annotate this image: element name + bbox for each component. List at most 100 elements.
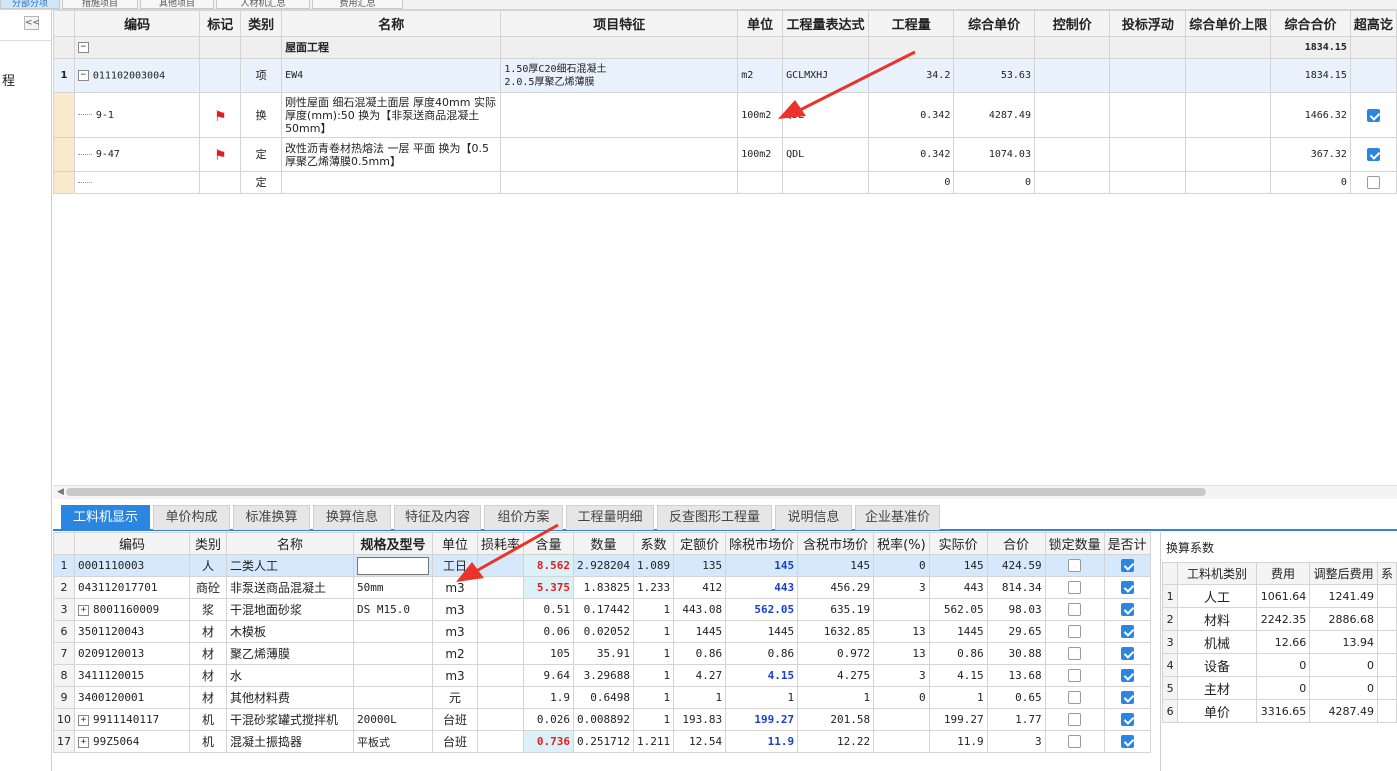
col-header-15[interactable]: 锁定数量 bbox=[1044, 532, 1105, 555]
type-cell[interactable]: 浆 bbox=[189, 598, 227, 621]
over-height-cell[interactable] bbox=[1349, 171, 1397, 194]
coef-cell[interactable]: 1.233 bbox=[633, 576, 675, 599]
name-cell[interactable]: 刚性屋面 细石混凝土面层 厚度40mm 实际厚度(mm):50 换为【非泵送商品… bbox=[281, 92, 502, 138]
col-header-11[interactable]: 含税市场价 bbox=[797, 532, 875, 555]
code-cell[interactable]: 3501120043 bbox=[74, 620, 190, 643]
fee-cell[interactable]: 2242.35 bbox=[1255, 607, 1311, 631]
tax-rate-cell[interactable]: 3 bbox=[873, 664, 930, 687]
col-header-14[interactable]: 合价 bbox=[986, 532, 1046, 555]
feature-cell[interactable] bbox=[500, 92, 739, 138]
col-header-12[interactable]: 综合合价 bbox=[1270, 10, 1351, 37]
actual-price-cell[interactable]: 4.15 bbox=[928, 664, 988, 687]
loss-cell[interactable] bbox=[476, 708, 525, 731]
resource-row[interactable]: 7 0209120013 材聚乙烯薄膜 m2 105 35.91 1 0.86 0.86 0.97… bbox=[53, 642, 1151, 665]
coef-cell[interactable] bbox=[1376, 653, 1397, 677]
adjusted-fee-cell[interactable]: 4287.49 bbox=[1309, 699, 1378, 723]
content-cell[interactable]: 0.736 bbox=[523, 730, 575, 753]
resource-row[interactable]: 3 +8001160009 浆干混地面砂浆 DS M15.0 m3 0.51 0.17442… bbox=[53, 598, 1151, 621]
mark-cell[interactable]: ⚑ bbox=[199, 137, 242, 172]
qty-cell[interactable]: 0.342 bbox=[868, 92, 955, 138]
detail-tab-2[interactable]: 标准换算 bbox=[233, 505, 310, 530]
code-cell[interactable]: 0209120013 bbox=[74, 642, 190, 665]
detail-tab-6[interactable]: 工程量明细 bbox=[566, 505, 654, 530]
col-header-11[interactable]: 综合单价上限 bbox=[1185, 10, 1272, 37]
qty-cell[interactable]: 34.2 bbox=[868, 58, 955, 93]
lock-qty-cell[interactable] bbox=[1044, 620, 1105, 643]
quota-price-cell[interactable]: 412 bbox=[673, 576, 727, 599]
col-header-3[interactable]: 规格及型号 bbox=[353, 532, 433, 555]
coef-cell[interactable]: 1 bbox=[633, 598, 675, 621]
lock-qty-checkbox[interactable] bbox=[1068, 625, 1082, 639]
code-cell[interactable] bbox=[73, 171, 201, 194]
col-header-2[interactable]: 名称 bbox=[226, 532, 354, 555]
col-header-0[interactable]: 编码 bbox=[74, 532, 190, 555]
total-cell[interactable]: 98.03 bbox=[986, 598, 1046, 621]
bill-item-row[interactable]: 1−011102003004 项 EW4 1.50厚C20细石混凝土 2.0.5厚聚乙… bbox=[53, 58, 1397, 93]
coef-cell[interactable] bbox=[1376, 584, 1397, 608]
spec-cell[interactable] bbox=[353, 686, 433, 709]
qty-cell[interactable]: 0 bbox=[868, 171, 955, 194]
adjusted-fee-cell[interactable]: 0 bbox=[1309, 676, 1378, 700]
col-header-2[interactable]: 类别 bbox=[240, 10, 283, 37]
col-header-13[interactable]: 超高讫 bbox=[1349, 10, 1397, 37]
code-cell[interactable]: 9-47 bbox=[73, 137, 201, 172]
spec-edit-input[interactable] bbox=[357, 556, 429, 575]
name-cell[interactable]: 混凝土振捣器 bbox=[226, 730, 354, 753]
type-cell[interactable]: 人 bbox=[189, 554, 227, 577]
tax-rate-cell[interactable]: 3 bbox=[873, 576, 930, 599]
type-cell[interactable]: 材 bbox=[189, 642, 227, 665]
total-cell[interactable]: 0 bbox=[1270, 171, 1351, 194]
feature-cell[interactable] bbox=[500, 137, 739, 172]
coef-cell[interactable]: 1.211 bbox=[633, 730, 675, 753]
fee-cell[interactable]: 0 bbox=[1255, 676, 1311, 700]
quota-price-cell[interactable]: 12.54 bbox=[673, 730, 727, 753]
top-tab-1[interactable]: 措施项目 bbox=[62, 0, 138, 9]
lock-qty-cell[interactable] bbox=[1044, 730, 1105, 753]
unit-cell[interactable]: m2 bbox=[737, 58, 784, 93]
actual-price-cell[interactable]: 1445 bbox=[928, 620, 988, 643]
empty-cell[interactable] bbox=[1033, 92, 1111, 138]
name-cell[interactable]: 其他材料费 bbox=[226, 686, 354, 709]
taxed-price-cell[interactable]: 12.22 bbox=[797, 730, 875, 753]
col-header-12[interactable]: 税率(%) bbox=[873, 532, 930, 555]
empty-cell[interactable] bbox=[1033, 36, 1111, 59]
unit-cell[interactable]: 元 bbox=[432, 686, 478, 709]
tax-rate-cell[interactable] bbox=[873, 708, 930, 731]
unit-cell[interactable]: m3 bbox=[432, 664, 478, 687]
calc-checkbox[interactable] bbox=[1120, 603, 1134, 617]
calc-cell[interactable] bbox=[1103, 708, 1151, 731]
qty-cell[interactable]: 3.29688 bbox=[573, 664, 635, 687]
empty-cell[interactable] bbox=[1185, 92, 1272, 138]
col-header-5[interactable]: 单位 bbox=[737, 10, 784, 37]
calc-cell[interactable] bbox=[1103, 554, 1151, 577]
spec-cell[interactable]: 平板式 bbox=[353, 730, 433, 753]
col-header-3[interactable]: 名称 bbox=[281, 10, 502, 37]
name-cell[interactable]: 干混地面砂浆 bbox=[226, 598, 354, 621]
content-cell[interactable]: 5.375 bbox=[523, 576, 575, 599]
empty-cell[interactable] bbox=[1185, 171, 1272, 194]
mark-cell[interactable]: ⚑ bbox=[199, 92, 242, 138]
empty-cell[interactable] bbox=[1109, 36, 1187, 59]
total-cell[interactable]: 30.88 bbox=[986, 642, 1046, 665]
category-cell[interactable]: 设备 bbox=[1177, 653, 1257, 677]
loss-cell[interactable] bbox=[476, 620, 525, 643]
expand-toggle-icon[interactable]: + bbox=[78, 736, 89, 748]
type-cell[interactable]: 换 bbox=[240, 92, 283, 138]
calc-cell[interactable] bbox=[1103, 598, 1151, 621]
market-price-cell[interactable]: 443 bbox=[725, 576, 799, 599]
lock-qty-checkbox[interactable] bbox=[1068, 559, 1082, 573]
total-cell[interactable]: 13.68 bbox=[986, 664, 1046, 687]
detail-tab-5[interactable]: 组价方案 bbox=[484, 505, 563, 530]
code-cell[interactable]: 3400120001 bbox=[74, 686, 190, 709]
lock-qty-checkbox[interactable] bbox=[1068, 735, 1082, 749]
calc-checkbox[interactable] bbox=[1120, 559, 1134, 573]
group-total[interactable]: 1834.15 bbox=[1270, 36, 1351, 59]
unit-cell[interactable]: m3 bbox=[432, 620, 478, 643]
expr-cell[interactable]: QDL bbox=[782, 137, 870, 172]
unit-cell[interactable]: 100m2 bbox=[737, 92, 784, 138]
resource-row[interactable]: 10 +9911140117 机干混砂浆罐式搅拌机 20000L 台班 0.026 0.00… bbox=[53, 708, 1151, 731]
spec-cell[interactable] bbox=[353, 554, 433, 577]
qty-cell[interactable]: 0.342 bbox=[868, 137, 955, 172]
actual-price-cell[interactable]: 199.27 bbox=[928, 708, 988, 731]
code-cell[interactable]: +9911140117 bbox=[74, 708, 190, 731]
